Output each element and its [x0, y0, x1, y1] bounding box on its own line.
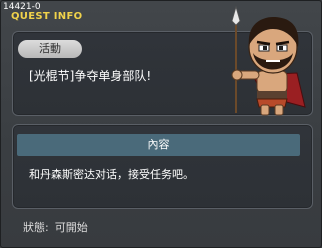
- quest-description: 和丹森斯密达对话，接受任务吧。: [29, 168, 194, 181]
- spartan-warrior-npc-icon: [231, 5, 306, 116]
- quest-category-tag: 活動: [18, 40, 82, 58]
- status-value: 可開始: [54, 221, 88, 234]
- window-title: QUEST INFO: [11, 11, 83, 22]
- quest-name: [光棍节]争夺单身部队!: [29, 69, 152, 83]
- content-section-header: 內容: [17, 134, 300, 156]
- quest-info-window: 14421-0 QUEST INFO 活動 [光棍节]争夺单身部队! 內容 和丹…: [0, 0, 322, 248]
- status-label: 狀態:: [23, 221, 49, 234]
- quest-status: 狀態: 可開始: [23, 221, 88, 235]
